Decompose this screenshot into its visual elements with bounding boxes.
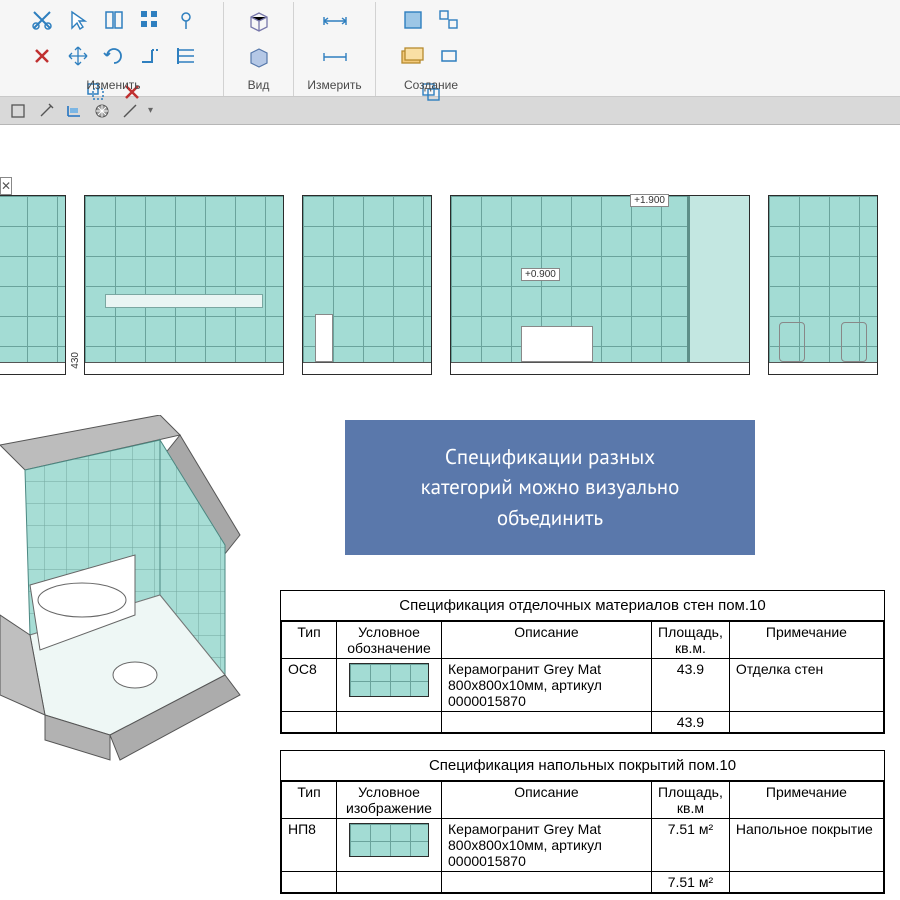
spec-floor-note: Напольное покрытие — [729, 819, 883, 872]
table-row[interactable]: ОС8 Керамогранит Grey Mat 800х800х10мм, … — [282, 659, 884, 712]
wireframe-icon[interactable] — [243, 5, 275, 37]
iso-3d-view[interactable] — [0, 415, 270, 765]
ribbon-group-view: Вид — [224, 2, 294, 96]
elevation-5[interactable] — [768, 195, 878, 375]
callout-line3: объединить — [369, 503, 731, 533]
spec-floor-title: Спецификация напольных покрытий пом.10 — [281, 751, 884, 781]
spec-floor-h-area: Площадь, кв.м — [652, 782, 730, 819]
group-label-view: Вид — [248, 74, 270, 96]
spec-walls-h-area: Площадь, кв.м. — [652, 622, 730, 659]
callout-line2: категорий можно визуально — [369, 472, 731, 502]
dimension-icon[interactable] — [319, 5, 351, 37]
spec-walls-type: ОС8 — [282, 659, 337, 712]
dim-0900: +0.900 — [521, 268, 560, 281]
split-icon[interactable] — [98, 4, 130, 36]
ribbon: Изменить Вид Измерить Созд — [0, 0, 900, 97]
elevation-1[interactable] — [0, 195, 66, 375]
drawing-canvas[interactable]: ✕ 430 +1.900 +0.900 — [0, 125, 900, 897]
group-label-create: Создание — [404, 74, 458, 96]
spec-floor-area: 7.51 м² — [652, 819, 730, 872]
spec-walls-h-type: Тип — [282, 622, 337, 659]
rotate-icon[interactable] — [98, 40, 130, 72]
spec-walls-title: Спецификация отделочных материалов стен … — [281, 591, 884, 621]
spec-walls-h-desc: Описание — [442, 622, 652, 659]
table-row-total: 7.51 м² — [282, 872, 884, 893]
panel-close-icon[interactable]: ✕ — [0, 177, 12, 195]
ribbon-group-create: Создание — [376, 2, 486, 96]
spec-floor-desc: Керамогранит Grey Mat 800х800х10мм, арти… — [442, 819, 652, 872]
spec-walls-area: 43.9 — [652, 659, 730, 712]
dim-1900: +1.900 — [630, 194, 669, 207]
spec-walls-note: Отделка стен — [729, 659, 883, 712]
group-icon[interactable] — [433, 4, 465, 36]
spec-floor[interactable]: Спецификация напольных покрытий пом.10 Т… — [280, 750, 885, 894]
elevation-4[interactable]: +1.900 +0.900 — [450, 195, 750, 375]
tile-swatch-icon — [349, 823, 429, 857]
ribbon-group-measure: Измерить — [294, 2, 376, 96]
spec-floor-total: 7.51 м² — [652, 872, 730, 893]
spec-floor-h-type: Тип — [282, 782, 337, 819]
delete-icon[interactable] — [26, 40, 58, 72]
spec-walls-h-note: Примечание — [729, 622, 883, 659]
elevation-2[interactable] — [84, 195, 284, 375]
array-icon[interactable] — [134, 4, 166, 36]
opt-btn-pin-icon[interactable] — [36, 101, 56, 121]
opt-btn-line-icon[interactable] — [120, 101, 140, 121]
group-label-modify: Изменить — [86, 74, 140, 96]
select-arrow-icon[interactable] — [62, 4, 94, 36]
trim-icon[interactable] — [134, 40, 166, 72]
spec-walls-h-symbol: Условное обозначение — [337, 622, 442, 659]
opt-dropdown-caret-icon[interactable]: ▾ — [148, 105, 153, 116]
spec-floor-type: НП8 — [282, 819, 337, 872]
elevation-3[interactable] — [302, 195, 432, 375]
spec-walls-desc: Керамогранит Grey Mat 800х800х10мм, арти… — [442, 659, 652, 712]
callout-line1: Спецификации разных — [369, 442, 731, 472]
align-icon[interactable] — [170, 40, 202, 72]
opt-btn-align-icon[interactable] — [64, 101, 84, 121]
region-icon[interactable] — [397, 4, 429, 36]
info-callout: Спецификации разных категорий можно визу… — [345, 420, 755, 555]
table-row[interactable]: НП8 Керамогранит Grey Mat 800х800х10мм, … — [282, 819, 884, 872]
group-label-measure: Измерить — [307, 74, 361, 96]
spec-floor-h-desc: Описание — [442, 782, 652, 819]
spec-floor-h-symbol: Условное изображение — [337, 782, 442, 819]
table-row-total: 43.9 — [282, 712, 884, 733]
ribbon-group-modify: Изменить — [4, 2, 224, 96]
move-icon[interactable] — [62, 40, 94, 72]
opt-btn-1[interactable] — [8, 101, 28, 121]
rect-icon[interactable] — [433, 40, 465, 72]
opt-btn-hatch-icon[interactable] — [92, 101, 112, 121]
options-bar: ▾ — [0, 97, 900, 125]
spec-floor-h-note: Примечание — [729, 782, 883, 819]
pin-icon[interactable] — [170, 4, 202, 36]
dim-430: 430 — [70, 352, 81, 369]
cut-icon[interactable] — [26, 4, 58, 36]
shaded-icon[interactable] — [243, 41, 275, 73]
component-icon[interactable] — [397, 40, 429, 72]
elevation-thumbnails: 430 +1.900 +0.900 — [0, 195, 900, 375]
spec-walls-total: 43.9 — [652, 712, 730, 733]
spec-walls[interactable]: Спецификация отделочных материалов стен … — [280, 590, 885, 734]
dimension2-icon[interactable] — [319, 41, 351, 73]
tile-swatch-icon — [349, 663, 429, 697]
